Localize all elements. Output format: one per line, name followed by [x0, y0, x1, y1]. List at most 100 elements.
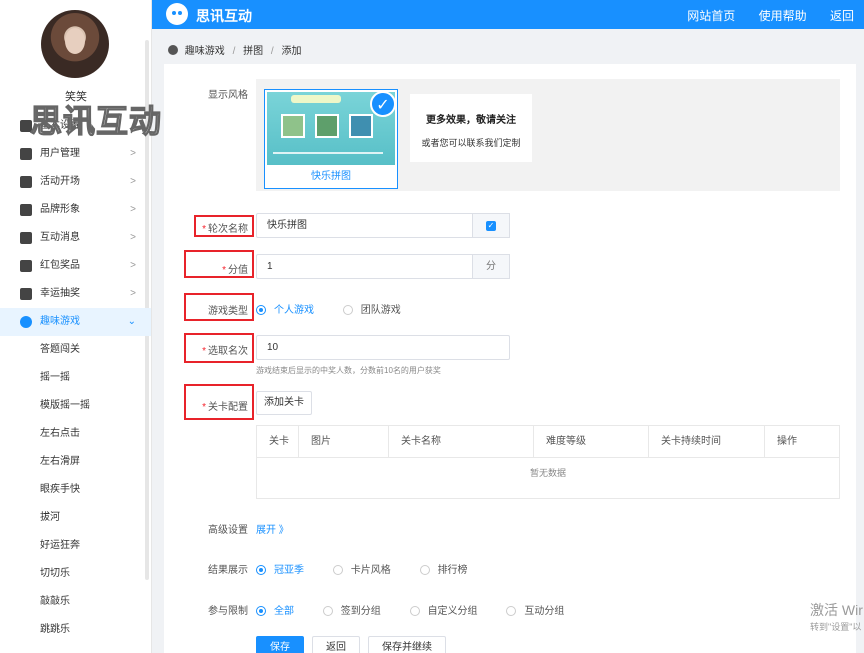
- os-activation-notice: 激活 Wir: [810, 602, 863, 618]
- breadcrumb-item[interactable]: 趣味游戏: [185, 46, 225, 57]
- chevron-right-icon: >: [130, 176, 136, 187]
- radio-custom-group[interactable]: 自定义分组: [409, 602, 478, 617]
- more-effects-subtitle: 或者您可以联系我们定制: [421, 138, 521, 148]
- gamepad-icon: [168, 45, 178, 55]
- chevron-right-icon: >: [130, 204, 136, 215]
- table-empty-text: 暂无数据: [529, 468, 566, 478]
- back-button[interactable]: 返回: [312, 636, 360, 653]
- more-effects-title: 更多效果，敬请关注: [426, 115, 516, 126]
- registered-icon: [20, 204, 32, 216]
- sidebar-item-label: 用户管理: [40, 148, 80, 159]
- radio-leaderboard[interactable]: 排行榜: [419, 561, 468, 576]
- breadcrumb: 趣味游戏 / 拼图 / 添加: [168, 42, 301, 57]
- sidebar-subitem[interactable]: 模版摇一摇: [0, 392, 151, 420]
- sidebar-subitem[interactable]: 左右滑屏: [0, 448, 151, 476]
- home-link[interactable]: 网站首页: [687, 9, 735, 23]
- chevron-right-icon: >: [130, 260, 136, 271]
- sidebar-item-label: 红包奖品: [40, 260, 80, 271]
- fun-games-submenu: 答题闯关 摇一摇 模版摇一摇 左右点击 左右滑屏 眼疾手快 拔河 好运狂奔 切切…: [0, 336, 151, 644]
- theme-card-happy-puzzle[interactable]: ✓ 快乐拼图: [264, 89, 398, 189]
- table-header: 关卡 图片 关卡名称 难度等级 关卡持续时间 操作: [257, 426, 839, 458]
- chat-icon: [20, 232, 32, 244]
- table-header-cell: 难度等级: [534, 426, 649, 458]
- save-button[interactable]: 保存: [256, 636, 304, 653]
- back-link[interactable]: 返回: [830, 9, 854, 23]
- pick-rank-label: * 选取名次: [202, 346, 248, 357]
- table-header-cell: 关卡: [257, 426, 299, 458]
- sidebar-item-lucky-draw[interactable]: 幸运抽奖 >: [0, 280, 151, 308]
- lottery-icon: [20, 288, 32, 300]
- score-input[interactable]: 1 分: [256, 254, 510, 279]
- sidebar-subitem[interactable]: 摇一摇: [0, 364, 151, 392]
- help-link[interactable]: 使用帮助: [759, 9, 807, 23]
- pick-rank-hint: 游戏结束后显示的中奖人数，分数前10名的用户获奖: [256, 366, 441, 375]
- sidebar-menu: 基本设置 用户管理 > 活动开场 > 品牌形象 > 互动消息 > 红包奖品 >: [0, 112, 151, 644]
- advanced-settings-label: 高级设置: [208, 525, 248, 536]
- sidebar-item-red-envelope[interactable]: 红包奖品 >: [0, 252, 151, 280]
- sidebar-subitem[interactable]: 好运狂奔: [0, 532, 151, 560]
- table-header-cell: 图片: [299, 426, 389, 458]
- score-unit: 分: [472, 254, 510, 279]
- participation-limit-radio-group: 全部 签到分组 自定义分组 互动分组: [256, 602, 590, 617]
- participation-limit-label: 参与限制: [208, 606, 248, 617]
- table-header-cell: 关卡持续时间: [649, 426, 765, 458]
- pick-rank-input[interactable]: 10: [256, 335, 510, 360]
- sidebar-subitem[interactable]: 拔河: [0, 504, 151, 532]
- sidebar-item-brand-image[interactable]: 品牌形象 >: [0, 196, 151, 224]
- chevron-down-icon: ⌄: [127, 316, 136, 327]
- save-and-continue-button[interactable]: 保存并继续: [368, 636, 446, 653]
- radio-team-game[interactable]: 团队游戏: [342, 301, 401, 316]
- chevron-right-icon: >: [130, 148, 136, 159]
- brand-watermark: 思讯互动: [29, 101, 163, 140]
- sidebar-subitem[interactable]: 答题闯关: [0, 336, 151, 364]
- top-links: 网站首页 使用帮助 返回: [667, 7, 854, 24]
- display-style-label: 显示风格: [208, 90, 248, 101]
- user-icon: [20, 148, 32, 160]
- radio-card-style[interactable]: 卡片风格: [332, 561, 391, 576]
- more-effects-card: 更多效果，敬请关注 或者您可以联系我们定制: [410, 94, 532, 162]
- level-config-label: * 关卡配置: [202, 402, 248, 413]
- brand-name: 思讯互动: [196, 8, 252, 24]
- sidebar-item-user-management[interactable]: 用户管理 >: [0, 140, 151, 168]
- sidebar-subitem[interactable]: 眼疾手快: [0, 476, 151, 504]
- round-name-input[interactable]: 快乐拼图 ✓: [256, 213, 510, 238]
- sidebar-subitem[interactable]: 左右点击: [0, 420, 151, 448]
- sidebar-item-fun-games[interactable]: 趣味游戏 ⌄: [0, 308, 151, 336]
- radio-interactive-group[interactable]: 互动分组: [506, 602, 564, 617]
- theme-name: 快乐拼图: [311, 171, 351, 182]
- levels-table: 关卡 图片 关卡名称 难度等级 关卡持续时间 操作 暂无数据: [256, 425, 840, 499]
- chevron-right-icon: >: [130, 288, 136, 299]
- radio-sign-in-group[interactable]: 签到分组: [322, 602, 381, 617]
- gift-icon: [20, 260, 32, 272]
- sidebar-item-event-opening[interactable]: 活动开场 >: [0, 168, 151, 196]
- sidebar-item-label: 活动开场: [40, 176, 80, 187]
- radio-individual-game[interactable]: 个人游戏: [256, 301, 314, 316]
- table-header-cell: 关卡名称: [389, 426, 534, 458]
- form-card: 显示风格 ✓ 快乐拼图 更多效果，敬请关注 或者您可以联系我们定制 * 轮次名称 …: [164, 64, 856, 653]
- breadcrumb-item[interactable]: 拼图: [243, 46, 263, 57]
- bear-logo-icon: [166, 3, 188, 25]
- send-icon: [20, 176, 32, 188]
- round-name-label: * 轮次名称: [202, 224, 248, 235]
- sidebar-item-interactive-messages[interactable]: 互动消息 >: [0, 224, 151, 252]
- game-type-radio-group: 个人游戏 团队游戏: [256, 301, 427, 316]
- expand-advanced-link[interactable]: 展开 》: [256, 521, 289, 536]
- game-type-label: 游戏类型: [208, 306, 248, 317]
- sidebar-subitem[interactable]: 跳跳乐: [0, 616, 151, 644]
- radio-all[interactable]: 全部: [256, 602, 294, 617]
- sidebar-item-label: 幸运抽奖: [40, 288, 80, 299]
- selected-check-icon: ✓: [370, 91, 396, 117]
- score-label: * 分值: [222, 265, 248, 276]
- sidebar-item-label: 品牌形象: [40, 204, 80, 215]
- add-level-button[interactable]: 添加关卡: [256, 391, 312, 415]
- sidebar-item-label: 趣味游戏: [40, 316, 80, 327]
- sidebar-subitem[interactable]: 敲敲乐: [0, 588, 151, 616]
- style-panel: ✓ 快乐拼图 更多效果，敬请关注 或者您可以联系我们定制: [256, 79, 840, 191]
- round-name-checkbox[interactable]: ✓: [472, 213, 510, 238]
- avatar[interactable]: [41, 10, 109, 78]
- sidebar-subitem[interactable]: 切切乐: [0, 560, 151, 588]
- radio-podium[interactable]: 冠亚季: [256, 561, 304, 576]
- gamepad-icon: [20, 316, 32, 328]
- result-display-radio-group: 冠亚季 卡片风格 排行榜: [256, 561, 494, 576]
- os-activation-subtext: 转到"设置"以: [810, 622, 862, 632]
